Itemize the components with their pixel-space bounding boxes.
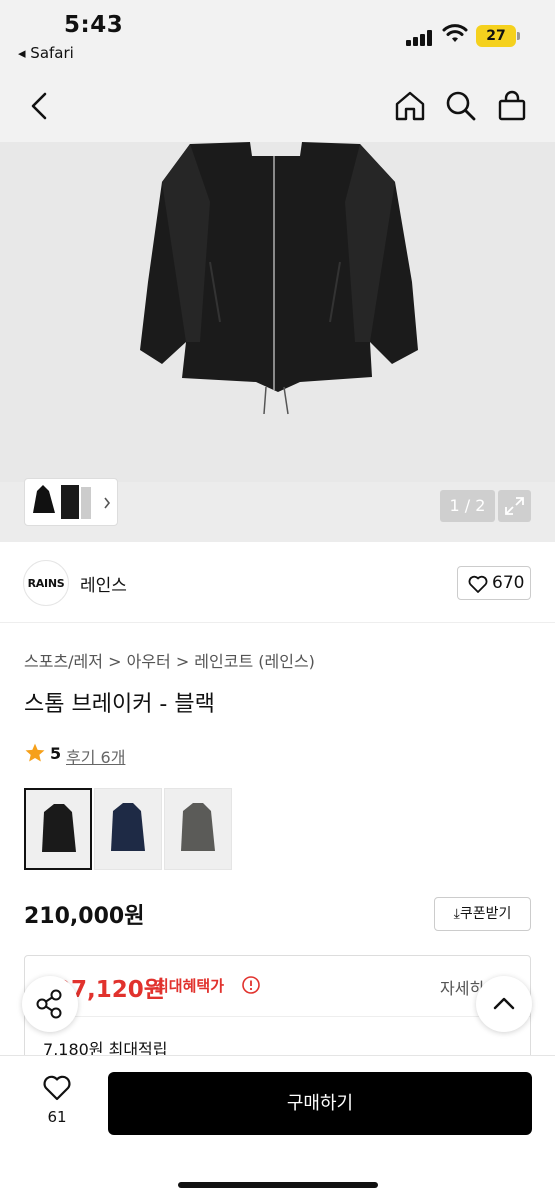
buy-button[interactable]: 구매하기	[108, 1072, 532, 1135]
brand-logo[interactable]: RAINS	[23, 560, 69, 606]
jacket-thumbnail	[111, 803, 145, 851]
rating-score: 5	[50, 744, 62, 763]
chevron-up-icon	[493, 997, 515, 1010]
thumbnail-images	[33, 485, 111, 519]
gallery-thumbnail-strip[interactable]	[24, 478, 118, 526]
chevron-left-icon[interactable]	[22, 88, 58, 124]
divider	[25, 1016, 530, 1017]
home-icon[interactable]	[392, 88, 428, 124]
color-option-gray[interactable]	[164, 788, 232, 870]
brand-row: RAINS 레인스 670	[0, 543, 555, 623]
product-title: 스톰 브레이커 - 블랙	[24, 692, 215, 717]
breadcrumb[interactable]: 스포츠/레저 > 아우터 > 레인코트 (레인스)	[24, 648, 315, 672]
product-image-gallery[interactable]: 1 / 2	[0, 142, 555, 542]
brand-like-button[interactable]: 670	[457, 566, 531, 600]
max-benefit-box[interactable]: 97,120원 최대혜택가 자세히 7,180원 최대적립	[24, 955, 531, 1065]
coupon-download-button[interactable]: ⤓쿠폰받기	[434, 897, 531, 931]
status-bar: 5:43 ◂ Safari 27	[0, 0, 555, 70]
info-icon[interactable]	[241, 975, 261, 995]
product-jacket-image	[140, 142, 418, 415]
scroll-top-button[interactable]	[476, 976, 532, 1032]
heart-icon	[43, 1075, 71, 1101]
battery-icon: 27	[476, 25, 520, 47]
wifi-icon	[442, 24, 468, 42]
status-time: 5:43	[64, 12, 124, 38]
share-icon	[36, 989, 62, 1019]
max-benefit-label: 최대혜택가	[155, 977, 225, 995]
home-indicator	[178, 1182, 378, 1188]
jacket-thumbnail	[181, 803, 215, 851]
search-icon[interactable]	[443, 88, 479, 124]
color-option-black[interactable]	[24, 788, 92, 870]
brand-like-count: 670	[492, 573, 525, 593]
gallery-pager: 1 / 2	[440, 490, 495, 522]
back-to-safari-link[interactable]: ◂ Safari	[18, 44, 74, 62]
brand-name[interactable]: 레인스	[80, 571, 127, 596]
product-price: 210,000원	[24, 904, 145, 929]
wishlist-count: 61	[47, 1108, 67, 1126]
top-nav	[0, 70, 555, 142]
review-count-link[interactable]: 후기 6개	[66, 744, 125, 768]
bottom-action-bar: 61 구매하기	[0, 1055, 555, 1200]
color-option-navy[interactable]	[94, 788, 162, 870]
cellular-signal-icon	[406, 30, 434, 46]
jacket-thumbnail	[42, 804, 76, 852]
share-button[interactable]	[22, 976, 78, 1032]
wishlist-button[interactable]: 61	[28, 1074, 86, 1126]
heart-icon	[468, 575, 488, 593]
shopping-bag-icon[interactable]	[494, 88, 530, 124]
expand-icon[interactable]	[498, 490, 531, 522]
star-icon	[25, 743, 45, 762]
